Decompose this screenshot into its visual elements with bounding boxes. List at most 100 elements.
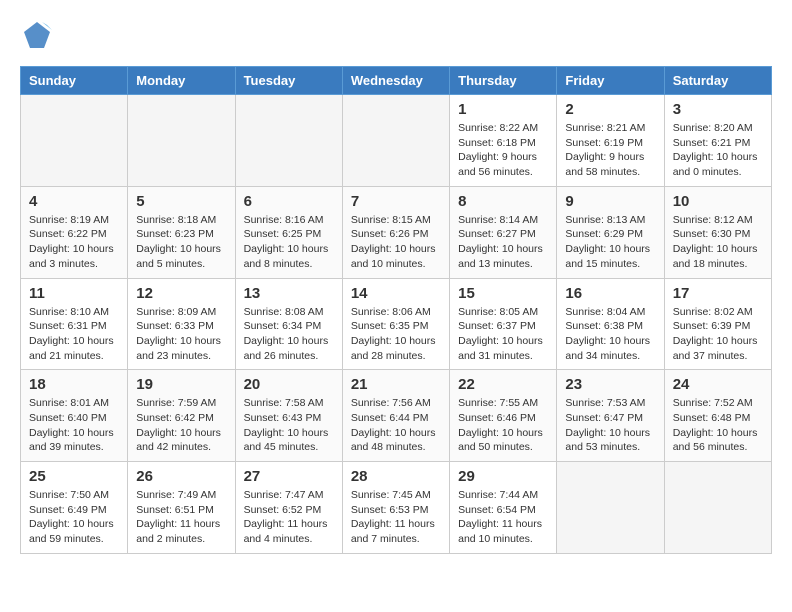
calendar-body: 1 Sunrise: 8:22 AM Sunset: 6:18 PM Daylig… — [21, 95, 772, 554]
day-number: 16 — [565, 285, 655, 302]
day-number: 12 — [136, 285, 226, 302]
calendar-week-4: 25Sunrise: 7:50 AM Sunset: 6:49 PM Dayli… — [21, 462, 772, 554]
day-number: 29 — [458, 468, 548, 485]
day-header-sunday: Sunday — [21, 67, 128, 95]
day-info: Sunrise: 7:55 AM Sunset: 6:46 PM Dayligh… — [458, 396, 548, 455]
calendar-week-2: 11 Sunrise: 8:10 AM Sunset: 6:31 PM Dayli… — [21, 278, 772, 370]
day-info: Sunrise: 8:01 AM Sunset: 6:40 PM Dayligh… — [29, 396, 119, 455]
calendar-cell: 6 Sunrise: 8:16 AM Sunset: 6:25 PM Daylig… — [235, 186, 342, 278]
calendar-cell — [557, 462, 664, 554]
calendar-cell — [664, 462, 771, 554]
day-info: Sunrise: 8:04 AM Sunset: 6:38 PM Dayligh… — [565, 305, 655, 364]
day-number: 2 — [565, 101, 655, 118]
calendar-week-1: 4 Sunrise: 8:19 AM Sunset: 6:22 PM Daylig… — [21, 186, 772, 278]
calendar-cell: 27Sunrise: 7:47 AM Sunset: 6:52 PM Dayli… — [235, 462, 342, 554]
day-info: Sunrise: 7:59 AM Sunset: 6:42 PM Dayligh… — [136, 396, 226, 455]
day-number: 1 — [458, 101, 548, 118]
calendar-cell: 17 Sunrise: 8:02 AM Sunset: 6:39 PM Dayli… — [664, 278, 771, 370]
calendar-cell — [342, 95, 449, 187]
day-number: 8 — [458, 193, 548, 210]
calendar-cell — [128, 95, 235, 187]
day-header-tuesday: Tuesday — [235, 67, 342, 95]
calendar-cell: 9 Sunrise: 8:13 AM Sunset: 6:29 PM Daylig… — [557, 186, 664, 278]
logo-icon — [22, 20, 52, 50]
day-header-wednesday: Wednesday — [342, 67, 449, 95]
calendar-week-3: 18 Sunrise: 8:01 AM Sunset: 6:40 PM Dayli… — [21, 370, 772, 462]
calendar-cell: 18 Sunrise: 8:01 AM Sunset: 6:40 PM Dayli… — [21, 370, 128, 462]
day-number: 13 — [244, 285, 334, 302]
day-info: Sunrise: 8:20 AM Sunset: 6:21 PM Dayligh… — [673, 121, 763, 180]
day-info: Sunrise: 7:50 AM Sunset: 6:49 PM Dayligh… — [29, 488, 119, 547]
calendar-cell: 3 Sunrise: 8:20 AM Sunset: 6:21 PM Daylig… — [664, 95, 771, 187]
calendar-cell: 25Sunrise: 7:50 AM Sunset: 6:49 PM Dayli… — [21, 462, 128, 554]
calendar-week-0: 1 Sunrise: 8:22 AM Sunset: 6:18 PM Daylig… — [21, 95, 772, 187]
day-number: 28 — [351, 468, 441, 485]
calendar-cell: 7 Sunrise: 8:15 AM Sunset: 6:26 PM Daylig… — [342, 186, 449, 278]
day-number: 4 — [29, 193, 119, 210]
calendar-cell: 11 Sunrise: 8:10 AM Sunset: 6:31 PM Dayli… — [21, 278, 128, 370]
day-number: 20 — [244, 376, 334, 393]
day-number: 19 — [136, 376, 226, 393]
day-number: 24 — [673, 376, 763, 393]
calendar-cell: 16 Sunrise: 8:04 AM Sunset: 6:38 PM Dayli… — [557, 278, 664, 370]
calendar-cell: 12Sunrise: 8:09 AM Sunset: 6:33 PM Dayli… — [128, 278, 235, 370]
day-info: Sunrise: 8:05 AM Sunset: 6:37 PM Dayligh… — [458, 305, 548, 364]
day-info: Sunrise: 7:53 AM Sunset: 6:47 PM Dayligh… — [565, 396, 655, 455]
calendar-cell: 10 Sunrise: 8:12 AM Sunset: 6:30 PM Dayli… — [664, 186, 771, 278]
day-number: 10 — [673, 193, 763, 210]
day-header-friday: Friday — [557, 67, 664, 95]
day-info: Sunrise: 8:21 AM Sunset: 6:19 PM Dayligh… — [565, 121, 655, 180]
calendar-cell: 19 Sunrise: 7:59 AM Sunset: 6:42 PM Dayli… — [128, 370, 235, 462]
calendar-cell: 5Sunrise: 8:18 AM Sunset: 6:23 PM Daylig… — [128, 186, 235, 278]
day-number: 3 — [673, 101, 763, 118]
calendar-header-row: SundayMondayTuesdayWednesdayThursdayFrid… — [21, 67, 772, 95]
calendar-cell: 26 Sunrise: 7:49 AM Sunset: 6:51 PM Dayli… — [128, 462, 235, 554]
calendar-cell: 2 Sunrise: 8:21 AM Sunset: 6:19 PM Daylig… — [557, 95, 664, 187]
day-info: Sunrise: 7:52 AM Sunset: 6:48 PM Dayligh… — [673, 396, 763, 455]
day-info: Sunrise: 7:45 AM Sunset: 6:53 PM Dayligh… — [351, 488, 441, 547]
day-number: 21 — [351, 376, 441, 393]
day-info: Sunrise: 8:13 AM Sunset: 6:29 PM Dayligh… — [565, 213, 655, 272]
calendar-cell: 21 Sunrise: 7:56 AM Sunset: 6:44 PM Dayli… — [342, 370, 449, 462]
day-header-thursday: Thursday — [450, 67, 557, 95]
calendar-cell — [21, 95, 128, 187]
day-number: 11 — [29, 285, 119, 302]
day-number: 26 — [136, 468, 226, 485]
day-info: Sunrise: 8:14 AM Sunset: 6:27 PM Dayligh… — [458, 213, 548, 272]
day-info: Sunrise: 8:08 AM Sunset: 6:34 PM Dayligh… — [244, 305, 334, 364]
calendar-cell: 28 Sunrise: 7:45 AM Sunset: 6:53 PM Dayli… — [342, 462, 449, 554]
day-info: Sunrise: 8:06 AM Sunset: 6:35 PM Dayligh… — [351, 305, 441, 364]
day-info: Sunrise: 8:19 AM Sunset: 6:22 PM Dayligh… — [29, 213, 119, 272]
calendar-cell: 14Sunrise: 8:06 AM Sunset: 6:35 PM Dayli… — [342, 278, 449, 370]
calendar-cell: 20 Sunrise: 7:58 AM Sunset: 6:43 PM Dayli… — [235, 370, 342, 462]
calendar-cell: 29 Sunrise: 7:44 AM Sunset: 6:54 PM Dayli… — [450, 462, 557, 554]
day-info: Sunrise: 7:44 AM Sunset: 6:54 PM Dayligh… — [458, 488, 548, 547]
calendar-cell: 13 Sunrise: 8:08 AM Sunset: 6:34 PM Dayli… — [235, 278, 342, 370]
calendar-cell: 4 Sunrise: 8:19 AM Sunset: 6:22 PM Daylig… — [21, 186, 128, 278]
day-info: Sunrise: 8:22 AM Sunset: 6:18 PM Dayligh… — [458, 121, 548, 180]
day-info: Sunrise: 8:16 AM Sunset: 6:25 PM Dayligh… — [244, 213, 334, 272]
day-info: Sunrise: 8:02 AM Sunset: 6:39 PM Dayligh… — [673, 305, 763, 364]
day-number: 9 — [565, 193, 655, 210]
day-number: 6 — [244, 193, 334, 210]
calendar-cell — [235, 95, 342, 187]
logo — [20, 20, 52, 50]
calendar-cell: 22Sunrise: 7:55 AM Sunset: 6:46 PM Dayli… — [450, 370, 557, 462]
day-number: 23 — [565, 376, 655, 393]
calendar-cell: 15 Sunrise: 8:05 AM Sunset: 6:37 PM Dayli… — [450, 278, 557, 370]
day-header-monday: Monday — [128, 67, 235, 95]
day-header-saturday: Saturday — [664, 67, 771, 95]
day-info: Sunrise: 8:10 AM Sunset: 6:31 PM Dayligh… — [29, 305, 119, 364]
day-number: 15 — [458, 285, 548, 302]
day-info: Sunrise: 8:15 AM Sunset: 6:26 PM Dayligh… — [351, 213, 441, 272]
day-info: Sunrise: 8:12 AM Sunset: 6:30 PM Dayligh… — [673, 213, 763, 272]
day-info: Sunrise: 7:56 AM Sunset: 6:44 PM Dayligh… — [351, 396, 441, 455]
calendar-cell: 23 Sunrise: 7:53 AM Sunset: 6:47 PM Dayli… — [557, 370, 664, 462]
day-info: Sunrise: 8:18 AM Sunset: 6:23 PM Dayligh… — [136, 213, 226, 272]
day-number: 18 — [29, 376, 119, 393]
day-number: 17 — [673, 285, 763, 302]
day-number: 7 — [351, 193, 441, 210]
calendar-cell: 24 Sunrise: 7:52 AM Sunset: 6:48 PM Dayli… — [664, 370, 771, 462]
day-info: Sunrise: 7:58 AM Sunset: 6:43 PM Dayligh… — [244, 396, 334, 455]
day-info: Sunrise: 7:49 AM Sunset: 6:51 PM Dayligh… — [136, 488, 226, 547]
